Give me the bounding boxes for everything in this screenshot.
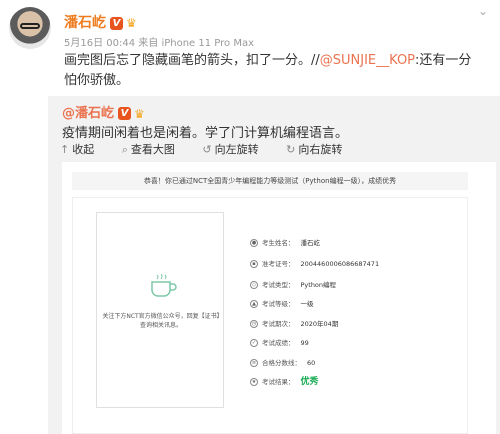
field-ticket: ▪ 准考证号： 2004460006086687471 [250,258,379,270]
author-name[interactable]: 潘石屹 [64,15,106,31]
chevron-down-icon[interactable]: ⌄ [478,4,488,18]
collapse-label: 收起 [72,143,95,156]
repost-author-name[interactable]: @潘石屹 [62,106,114,121]
arrow-up-icon: ↑ [60,143,70,156]
field-level: ▲ 考试等级： 一级 [250,298,314,310]
rotate-left-label: 向左旋转 [214,143,259,156]
clock-icon: ◷ [250,320,258,328]
rotate-right-button[interactable]: ↻ 向右旋转 [286,143,354,156]
field-passline: ≡ 合格分数线： 60 [250,357,315,369]
field-value: 一级 [300,300,314,308]
field-type: ◇ 考试类型： Python编程 [250,279,336,291]
field-value: 2004460006086687471 [300,260,380,268]
field-label: 考试等级： [262,300,295,308]
user-icon: ● [250,239,258,247]
field-value: 99 [300,339,309,347]
field-label: 考试期次： [262,320,295,328]
level-icon: ▲ [250,300,258,308]
rotate-right-label: 向右旋转 [298,143,343,156]
mention-link[interactable]: @SUNJIE__KOP [320,53,415,68]
rotate-left-icon: ↺ [202,143,212,156]
field-label: 考试成绩： [262,339,295,347]
qr-instructions: 关注下方NCT官方微信公众号，回复【证书】查询相关讯息。 [102,313,220,329]
repost-author[interactable]: @潘石屹 V ♛ [62,102,145,121]
view-large-label: 查看大图 [130,143,175,156]
field-label: 考试类型： [262,281,295,289]
repost-text: 疫情期间闲着也是闲着。学了门计算机编程语言。 [62,126,349,141]
crown-icon: ♛ [126,16,137,30]
zoom-icon: ⌕ [121,143,128,156]
field-result: ★ 考试结果： 优秀 [250,376,319,388]
collapse-button[interactable]: ↑ 收起 [60,143,106,156]
cup-icon [151,273,177,297]
result-icon: ★ [250,378,258,386]
avatar[interactable] [9,7,51,49]
field-label: 准考证号： [262,260,295,268]
verified-icon: V [110,16,123,30]
post-text-part: 画完图后忘了隐藏画笔的箭头，扣了一分。// [64,53,320,68]
type-icon: ◇ [250,281,258,289]
field-score: ✓ 考试成绩： 99 [250,337,309,349]
field-value: Python编程 [300,281,337,289]
view-large-button[interactable]: ⌕ 查看大图 [122,143,187,156]
score-icon: ✓ [250,339,258,347]
field-name: ● 考生姓名： 潘石屹 [250,237,320,249]
field-label: 考试结果： [262,378,295,386]
image-actions: ↑ 收起 ⌕ 查看大图 ↺ 向左旋转 ↻ 向右旋转 [60,141,366,157]
field-label: 合格分数线： [262,359,301,367]
field-period: ◷ 考试期次： 2020年04期 [250,318,338,330]
field-label: 考生姓名： [262,239,295,247]
post-text: 画完图后忘了隐藏画笔的箭头，扣了一分。//@SUNJIE__KOP:还有一分怕你… [64,51,484,91]
passline-icon: ≡ [250,359,258,367]
field-value: 潘石屹 [300,239,321,247]
rotate-right-icon: ↻ [286,143,296,156]
result-value: 优秀 [300,377,319,387]
qr-panel [96,212,224,408]
post-meta: 5月16日 00:44 来自 iPhone 11 Pro Max [64,38,254,49]
field-value: 2020年04期 [300,320,339,328]
ticket-icon: ▪ [250,260,258,268]
post-author[interactable]: 潘石屹 V ♛ [64,12,137,32]
field-value: 60 [307,359,316,367]
crown-icon: ♛ [134,106,145,121]
certificate-banner: 恭喜！你已通过NCT全国青少年编程能力等级测试（Python编程一级），成绩优秀 [72,172,468,190]
verified-icon: V [118,107,132,120]
rotate-left-button[interactable]: ↺ 向左旋转 [202,143,270,156]
